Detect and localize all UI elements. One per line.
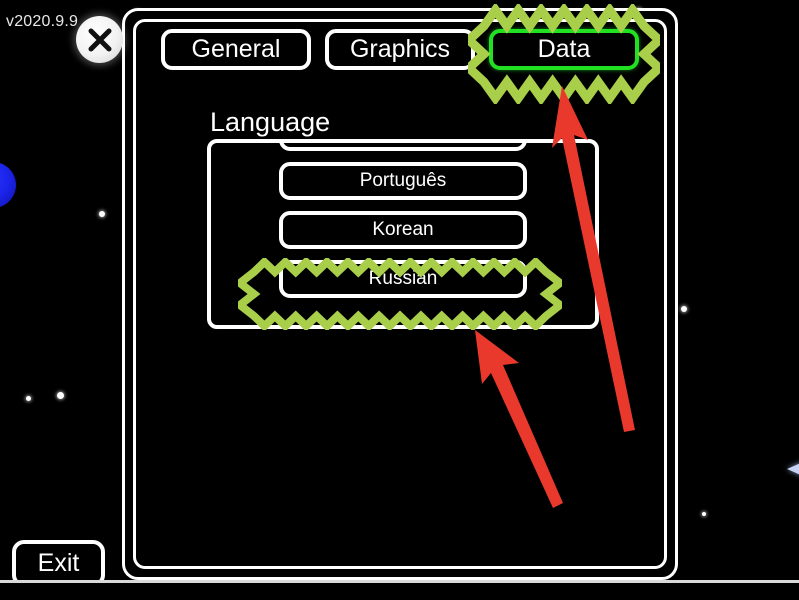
tab-general-label: General (191, 35, 281, 63)
language-item-label: Russian (368, 268, 438, 289)
tab-bar: General Graphics Data (125, 29, 675, 70)
language-section-title: Language (210, 107, 331, 137)
star (702, 512, 706, 516)
language-item-label: Português (359, 170, 447, 191)
tab-general[interactable]: General (161, 29, 311, 70)
exit-button-label: Exit (37, 549, 80, 577)
language-item-korean[interactable]: Korean (279, 211, 527, 249)
tab-data-label: Data (537, 35, 591, 63)
star (26, 396, 31, 401)
star (57, 392, 64, 399)
tab-graphics[interactable]: Graphics (325, 29, 475, 70)
tab-data[interactable]: Data (489, 29, 639, 70)
star (99, 211, 105, 217)
ship-decoration (787, 462, 799, 476)
close-icon (88, 28, 111, 51)
language-item-label: Korean (372, 219, 434, 240)
star (681, 306, 687, 312)
bottom-bar (0, 583, 799, 600)
settings-panel: General Graphics Data Language Español P… (122, 8, 678, 580)
language-item-label: Español (369, 139, 438, 143)
tab-graphics-label: Graphics (349, 35, 451, 63)
version-label: v2020.9.9 (6, 13, 79, 30)
language-item-espanol[interactable]: Español (279, 139, 527, 151)
language-item-portugues[interactable]: Português (279, 162, 527, 200)
close-button[interactable] (76, 16, 123, 63)
app-root: v2020.9.9 General Graphics Data Language… (0, 0, 799, 600)
language-item-russian[interactable]: Russian (279, 260, 527, 298)
language-list[interactable]: Español Português Korean Russian (207, 139, 599, 329)
language-list-scroll: Español Português Korean Russian (211, 139, 595, 304)
planet-decoration (0, 162, 16, 208)
